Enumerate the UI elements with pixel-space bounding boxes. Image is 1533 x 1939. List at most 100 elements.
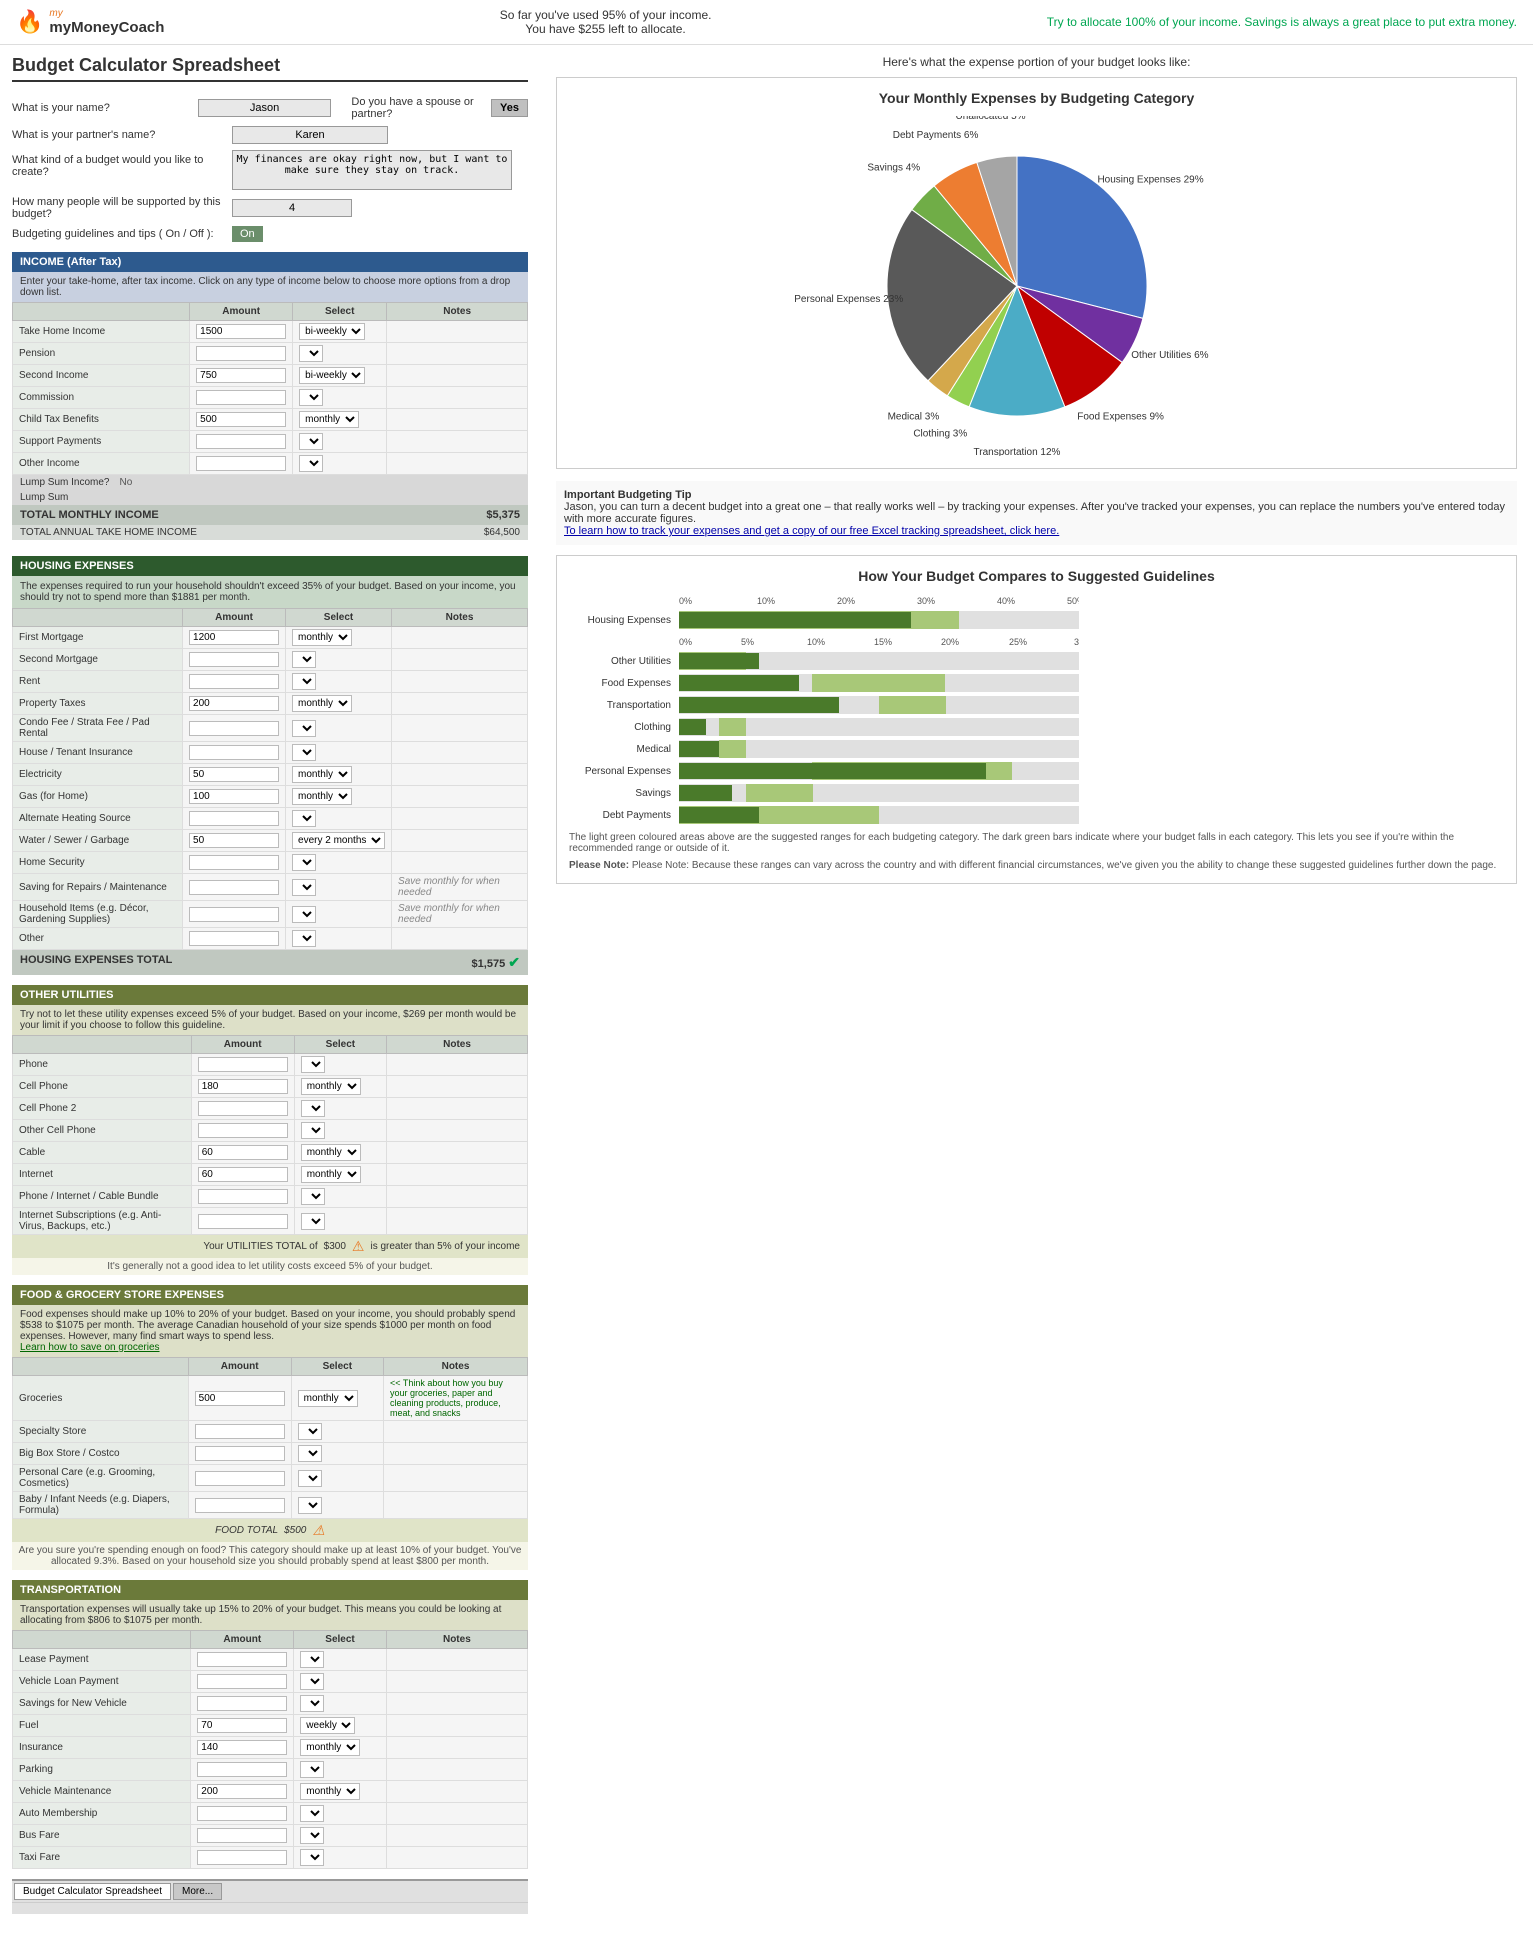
income-select-3[interactable]: bi-weekly <box>299 367 365 384</box>
name-input[interactable] <box>198 99 332 117</box>
housing-select-4[interactable]: monthly <box>292 695 352 712</box>
trans-amount-6[interactable] <box>197 1762 287 1777</box>
food-amount-4[interactable] <box>195 1471 285 1486</box>
people-input[interactable] <box>232 199 352 217</box>
food-amount-5[interactable] <box>195 1498 285 1513</box>
income-amount-2[interactable] <box>196 346 286 361</box>
food-select-3[interactable] <box>298 1445 322 1462</box>
housing-select-14[interactable] <box>292 930 316 947</box>
trans-amount-7[interactable] <box>197 1784 287 1799</box>
util-amount-8[interactable] <box>198 1214 288 1229</box>
income-amount-4[interactable] <box>196 390 286 405</box>
trans-amount-1[interactable] <box>197 1652 287 1667</box>
trans-select-4[interactable]: weekly <box>300 1717 355 1734</box>
trans-select-9[interactable] <box>300 1827 324 1844</box>
housing-amount-14[interactable] <box>189 931 279 946</box>
housing-select-9[interactable] <box>292 810 316 827</box>
trans-amount-3[interactable] <box>197 1696 287 1711</box>
trans-amount-10[interactable] <box>197 1850 287 1865</box>
income-amount-5[interactable] <box>196 412 286 427</box>
trans-select-5[interactable]: monthly <box>300 1739 360 1756</box>
util-select-1[interactable] <box>301 1056 325 1073</box>
tab-more[interactable]: More... <box>173 1883 222 1900</box>
housing-select-6[interactable] <box>292 744 316 761</box>
income-amount-3[interactable] <box>196 368 286 383</box>
trans-amount-4[interactable] <box>197 1718 287 1733</box>
food-savings-link[interactable]: Learn how to save on groceries <box>20 1342 160 1353</box>
housing-amount-11[interactable] <box>189 855 279 870</box>
income-select-5[interactable]: monthly <box>299 411 359 428</box>
housing-select-5[interactable] <box>292 720 316 737</box>
guidelines-toggle[interactable]: On <box>232 226 263 242</box>
trans-select-3[interactable] <box>300 1695 324 1712</box>
housing-amount-3[interactable] <box>189 674 279 689</box>
food-amount-3[interactable] <box>195 1446 285 1461</box>
util-amount-3[interactable] <box>198 1101 288 1116</box>
table-row: Big Box Store / Costco <box>13 1443 528 1465</box>
budget-type-input[interactable]: My finances are okay right now, but I wa… <box>232 150 512 190</box>
util-amount-1[interactable] <box>198 1057 288 1072</box>
trans-select-10[interactable] <box>300 1849 324 1866</box>
util-select-5[interactable]: monthly <box>301 1144 361 1161</box>
housing-amount-6[interactable] <box>189 745 279 760</box>
tip-link[interactable]: To learn how to track your expenses and … <box>564 525 1059 537</box>
food-select-4[interactable] <box>298 1470 322 1487</box>
income-amount-7[interactable] <box>196 456 286 471</box>
housing-select-8[interactable]: monthly <box>292 788 352 805</box>
income-amount-1[interactable] <box>196 324 286 339</box>
housing-amount-10[interactable] <box>189 833 279 848</box>
scrollbar[interactable] <box>12 1902 528 1914</box>
trans-select-1[interactable] <box>300 1651 324 1668</box>
util-select-7[interactable] <box>301 1188 325 1205</box>
util-select-2[interactable]: monthly <box>301 1078 361 1095</box>
income-select-1[interactable]: bi-weekly <box>299 323 365 340</box>
trans-amount-5[interactable] <box>197 1740 287 1755</box>
housing-select-12[interactable] <box>292 879 316 896</box>
trans-amount-2[interactable] <box>197 1674 287 1689</box>
housing-select-3[interactable] <box>292 673 316 690</box>
util-select-6[interactable]: monthly <box>301 1166 361 1183</box>
tab-budget-calculator[interactable]: Budget Calculator Spreadsheet <box>14 1883 171 1900</box>
housing-select-10[interactable]: every 2 months <box>292 832 385 849</box>
housing-amount-9[interactable] <box>189 811 279 826</box>
util-amount-4[interactable] <box>198 1123 288 1138</box>
housing-amount-12[interactable] <box>189 880 279 895</box>
trans-select-8[interactable] <box>300 1805 324 1822</box>
housing-select-1[interactable]: monthly <box>292 629 352 646</box>
housing-select-2[interactable] <box>292 651 316 668</box>
util-amount-2[interactable] <box>198 1079 288 1094</box>
food-select-1[interactable]: monthly <box>298 1390 358 1407</box>
util-select-4[interactable] <box>301 1122 325 1139</box>
income-amount-6[interactable] <box>196 434 286 449</box>
trans-amount-8[interactable] <box>197 1806 287 1821</box>
housing-amount-2[interactable] <box>189 652 279 667</box>
trans-select-6[interactable] <box>300 1761 324 1778</box>
housing-select-7[interactable]: monthly <box>292 766 352 783</box>
housing-select-13[interactable] <box>292 906 316 923</box>
food-amount-2[interactable] <box>195 1424 285 1439</box>
housing-select-11[interactable] <box>292 854 316 871</box>
trans-amount-9[interactable] <box>197 1828 287 1843</box>
food-amount-1[interactable] <box>195 1391 285 1406</box>
income-select-2[interactable] <box>299 345 323 362</box>
food-select-5[interactable] <box>298 1497 322 1514</box>
housing-amount-1[interactable] <box>189 630 279 645</box>
income-select-7[interactable] <box>299 455 323 472</box>
util-amount-5[interactable] <box>198 1145 288 1160</box>
income-select-4[interactable] <box>299 389 323 406</box>
trans-select-7[interactable]: monthly <box>300 1783 360 1800</box>
food-select-2[interactable] <box>298 1423 322 1440</box>
housing-amount-5[interactable] <box>189 721 279 736</box>
housing-amount-4[interactable] <box>189 696 279 711</box>
util-amount-6[interactable] <box>198 1167 288 1182</box>
trans-select-2[interactable] <box>300 1673 324 1690</box>
income-select-6[interactable] <box>299 433 323 450</box>
housing-amount-7[interactable] <box>189 767 279 782</box>
util-select-3[interactable] <box>301 1100 325 1117</box>
housing-amount-13[interactable] <box>189 907 279 922</box>
util-amount-7[interactable] <box>198 1189 288 1204</box>
util-select-8[interactable] <box>301 1213 325 1230</box>
partner-name-input[interactable] <box>232 126 388 144</box>
spouse-yes-button[interactable]: Yes <box>491 99 528 117</box>
housing-amount-8[interactable] <box>189 789 279 804</box>
